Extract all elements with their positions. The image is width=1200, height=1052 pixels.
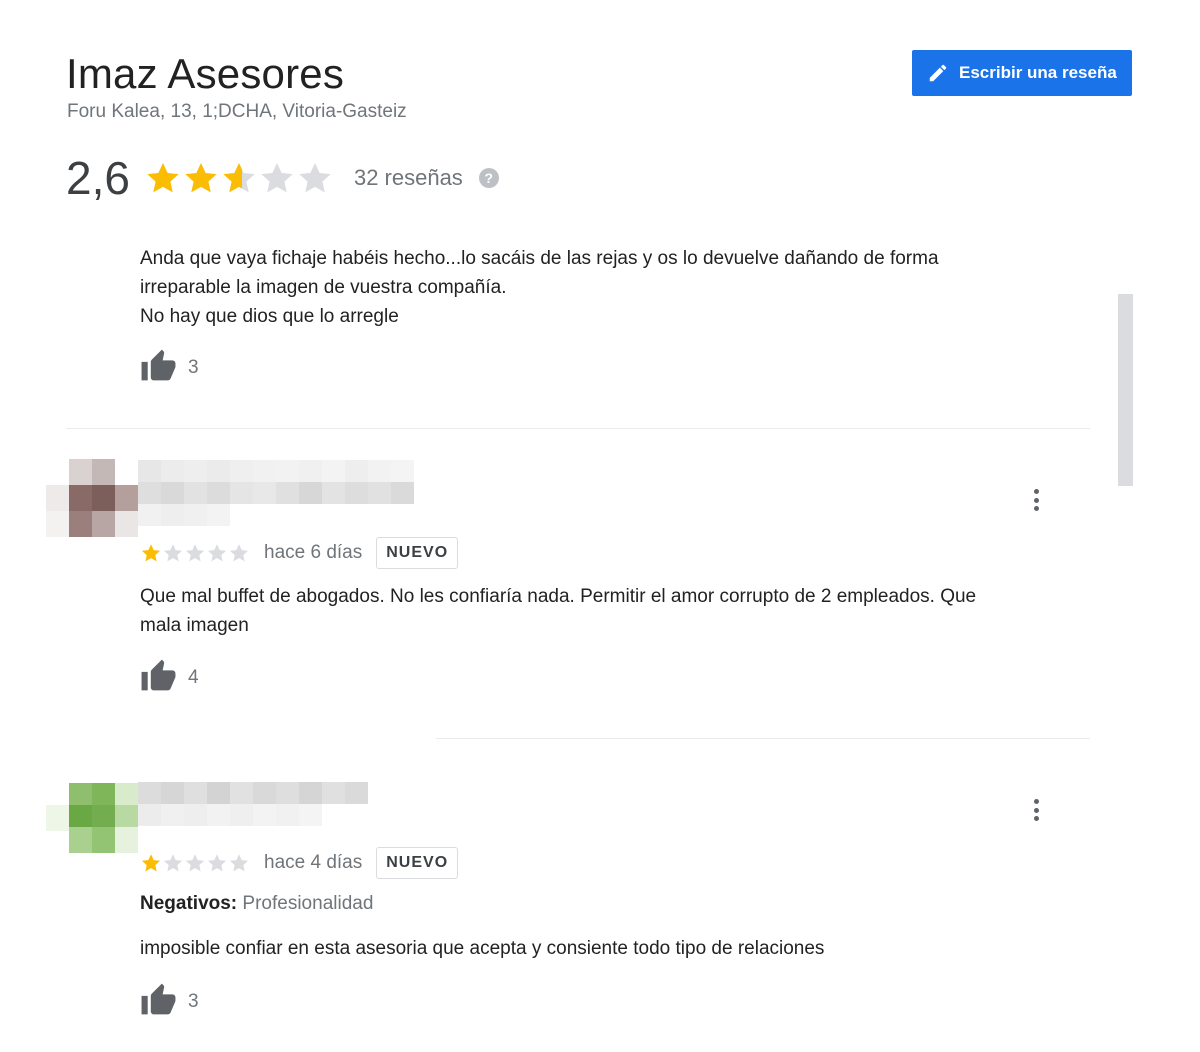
write-review-button[interactable]: Escribir una reseña [912,50,1132,96]
star-icon [163,854,183,872]
review-count[interactable]: 32 reseñas [354,165,463,191]
star-icon [163,544,183,562]
star-icon [223,162,255,193]
review-meta: hace 6 días NUEVO [140,537,459,569]
star-icon [299,162,331,193]
review-text: imposible confiar en esta asesoria que a… [140,934,1070,963]
star-icon [229,544,249,562]
review-text-line: Que mal buffet de abogados. No les confi… [140,586,977,607]
like-button[interactable]: 4 [140,658,199,697]
help-icon[interactable]: ? [478,168,499,188]
review-text-line: No hay que dios que lo arregle [140,306,399,327]
review-time: hace 4 días [264,852,363,873]
new-badge: NUEVO [376,847,459,879]
star-icon [185,854,205,872]
star-icon [261,162,293,193]
star-icon [207,854,227,872]
review-text-line: Anda que vaya fichaje habéis hecho...lo … [140,248,939,269]
rating-value: 2,6 [66,152,130,204]
like-button[interactable]: 3 [140,982,199,1021]
review-stars [140,852,250,874]
thumbs-up-icon [140,982,177,1021]
thumbs-up-icon [140,348,177,387]
star-icon [207,544,227,562]
place-title: Imaz Asesores [66,50,345,97]
place-address: Foru Kalea, 13, 1;DCHA, Vitoria-Gasteiz [67,101,407,122]
like-count: 4 [188,666,199,688]
scrollbar-thumb[interactable] [1118,294,1133,486]
review-meta: hace 4 días NUEVO [140,847,459,879]
review-stars [140,542,250,564]
reviewer-name[interactable] [138,460,414,526]
like-count: 3 [188,356,199,378]
divider [66,428,1090,429]
avatar[interactable] [46,783,138,861]
review-text-line: mala imagen [140,615,249,636]
negatives-row: Negativos: Profesionalidad [140,893,373,915]
reviewer-name[interactable] [138,782,390,826]
star-icon [147,162,179,193]
review-time: hace 6 días [264,542,363,563]
review-text: Que mal buffet de abogados. No les confi… [140,582,1070,640]
more-options-icon[interactable] [1026,796,1046,824]
divider [436,738,1090,739]
star-icon [229,854,249,872]
more-options-icon[interactable] [1026,486,1046,514]
review-text: Anda que vaya fichaje habéis hecho...lo … [140,244,1070,331]
rating-summary: 2,6 32 reseñas ? [66,148,499,208]
rating-stars [144,159,334,197]
star-icon [141,544,161,562]
review-text-line: imposible confiar en esta asesoria que a… [140,938,825,959]
star-icon [185,544,205,562]
star-icon [141,854,161,872]
avatar[interactable] [46,459,138,537]
star-icon [185,162,217,193]
thumbs-up-icon [140,658,177,697]
negatives-label: Negativos: [140,893,238,914]
negatives-value: Profesionalidad [242,893,374,914]
new-badge: NUEVO [376,537,459,569]
like-count: 3 [188,990,199,1012]
like-button[interactable]: 3 [140,348,199,387]
write-review-label: Escribir una reseña [959,63,1117,82]
review-text-line: irreparable la imagen de vuestra compañí… [140,277,507,298]
pencil-icon [927,62,949,84]
